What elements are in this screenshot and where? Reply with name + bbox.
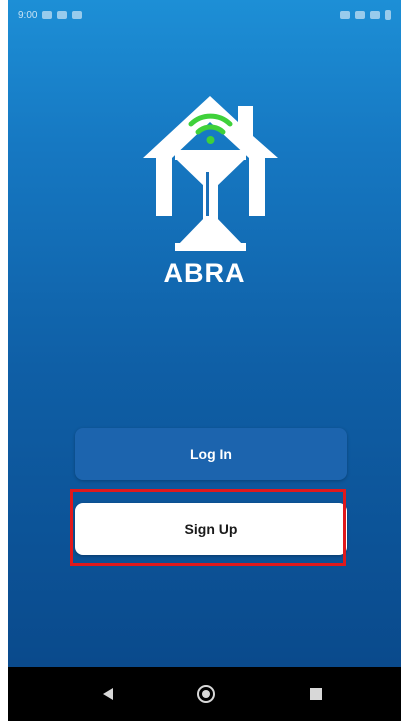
signup-button[interactable]: Sign Up	[75, 503, 347, 555]
cell-signal-icon	[370, 11, 380, 19]
notification-icon	[72, 11, 83, 19]
hourglass-top-bar	[175, 150, 246, 160]
back-triangle-icon	[103, 688, 113, 700]
notification-icon	[57, 11, 68, 19]
alarm-icon	[340, 11, 350, 19]
app-background: 9:00 ABRA Log In Sign Up	[8, 0, 401, 667]
wifi-signal-icon	[355, 11, 365, 19]
signup-button-label: Sign Up	[184, 521, 238, 537]
phone-screen: 9:00 ABRA Log In Sign Up	[8, 0, 401, 721]
status-time: 9:00	[18, 9, 38, 21]
battery-icon	[385, 10, 391, 20]
home-button[interactable]	[194, 682, 218, 706]
back-button[interactable]	[96, 682, 120, 706]
recents-square-icon	[310, 688, 322, 700]
home-circle-icon	[197, 685, 215, 703]
status-bar-right	[340, 10, 391, 20]
brand-name: ABRA	[163, 258, 246, 288]
notification-icon	[42, 11, 53, 19]
login-button[interactable]: Log In	[75, 428, 347, 480]
navigation-bar	[8, 667, 401, 721]
login-button-label: Log In	[190, 446, 232, 462]
recents-button[interactable]	[304, 682, 328, 706]
wifi-dot	[206, 136, 215, 144]
hourglass-bottom-bar	[175, 243, 246, 251]
hourglass-bottom-triangle	[177, 216, 244, 246]
abra-logo-icon	[143, 96, 278, 251]
wifi-arc-middle	[195, 124, 226, 135]
status-bar: 9:00	[8, 0, 401, 30]
status-bar-left: 9:00	[18, 9, 83, 21]
